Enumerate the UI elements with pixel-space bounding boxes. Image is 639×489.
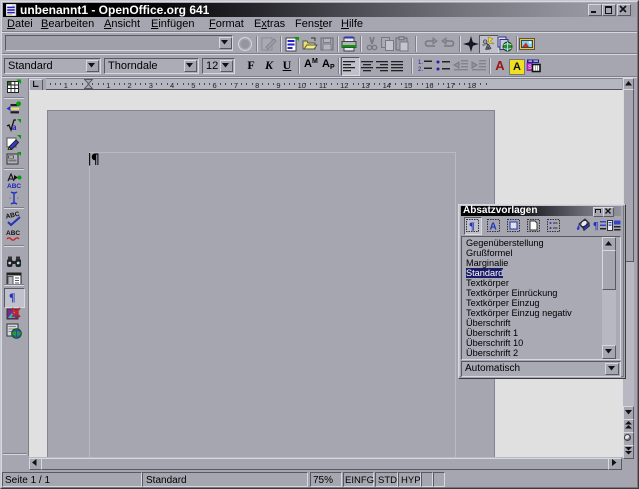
- svg-text:1.: 1.: [418, 60, 423, 66]
- svg-text:¶: ¶: [593, 221, 598, 232]
- svg-text:ABC: ABC: [7, 183, 21, 189]
- svg-text:S: S: [528, 65, 532, 71]
- svg-text:2.: 2.: [418, 67, 423, 73]
- svg-text:A: A: [490, 222, 497, 233]
- svg-text:a: a: [12, 122, 17, 132]
- svg-text:¶: ¶: [469, 221, 475, 233]
- svg-text:ABC: ABC: [6, 230, 20, 237]
